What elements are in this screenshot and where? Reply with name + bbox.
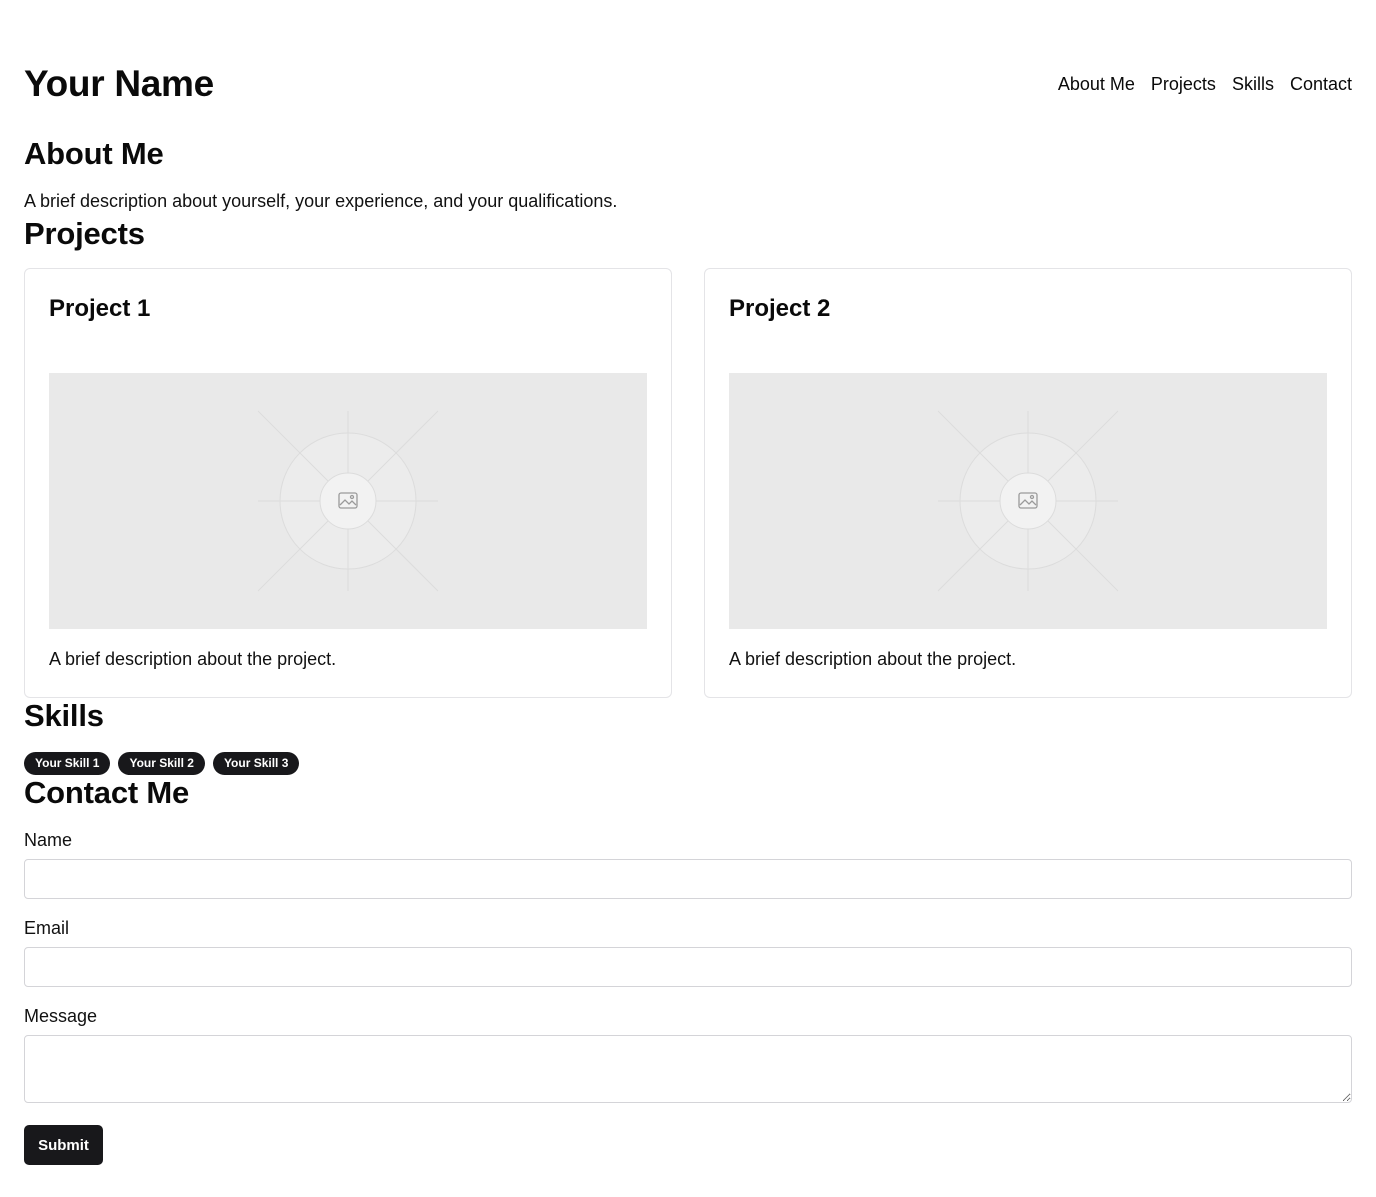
projects-heading: Projects (24, 216, 145, 251)
main-nav: About Me Projects Skills Contact (1058, 74, 1352, 95)
project-image (49, 373, 647, 629)
page: Your Name About Me Projects Skills Conta… (0, 0, 1376, 1197)
project-card: Project 1 A brief description about the … (24, 268, 672, 698)
message-textarea[interactable] (24, 1035, 1352, 1103)
image-placeholder-icon (937, 410, 1119, 592)
project-description: A brief description about the project. (49, 649, 337, 669)
skill-badge: Your Skill 3 (212, 752, 300, 775)
site-title: Your Name (24, 63, 214, 104)
name-label: Name (24, 830, 73, 850)
email-label: Email (24, 918, 70, 938)
message-label: Message (24, 1006, 98, 1026)
nav-link-projects[interactable]: Projects (1151, 74, 1216, 95)
name-input[interactable] (24, 859, 1352, 899)
nav-link-contact[interactable]: Contact (1290, 74, 1352, 95)
project-title: Project 2 (729, 295, 831, 322)
nav-link-skills[interactable]: Skills (1232, 74, 1274, 95)
image-placeholder-icon (257, 410, 439, 592)
skills-heading: Skills (24, 698, 104, 733)
about-description: A brief description about yourself, your… (24, 191, 618, 211)
about-heading: About Me (24, 136, 164, 171)
submit-button[interactable]: Submit (24, 1125, 103, 1165)
project-card: Project 2 A brief description about the … (704, 268, 1352, 698)
nav-link-about[interactable]: About Me (1058, 74, 1135, 95)
skills-list: Your Skill 1 Your Skill 2 Your Skill 3 (24, 752, 300, 775)
skill-badge: Your Skill 2 (118, 752, 205, 775)
email-input[interactable] (24, 947, 1352, 987)
skill-badge: Your Skill 1 (24, 752, 111, 775)
site-header: Your Name About Me Projects Skills Conta… (24, 62, 1352, 106)
contact-heading: Contact Me (24, 775, 190, 810)
project-title: Project 1 (49, 295, 151, 322)
project-image (729, 373, 1327, 629)
project-description: A brief description about the project. (729, 649, 1017, 669)
